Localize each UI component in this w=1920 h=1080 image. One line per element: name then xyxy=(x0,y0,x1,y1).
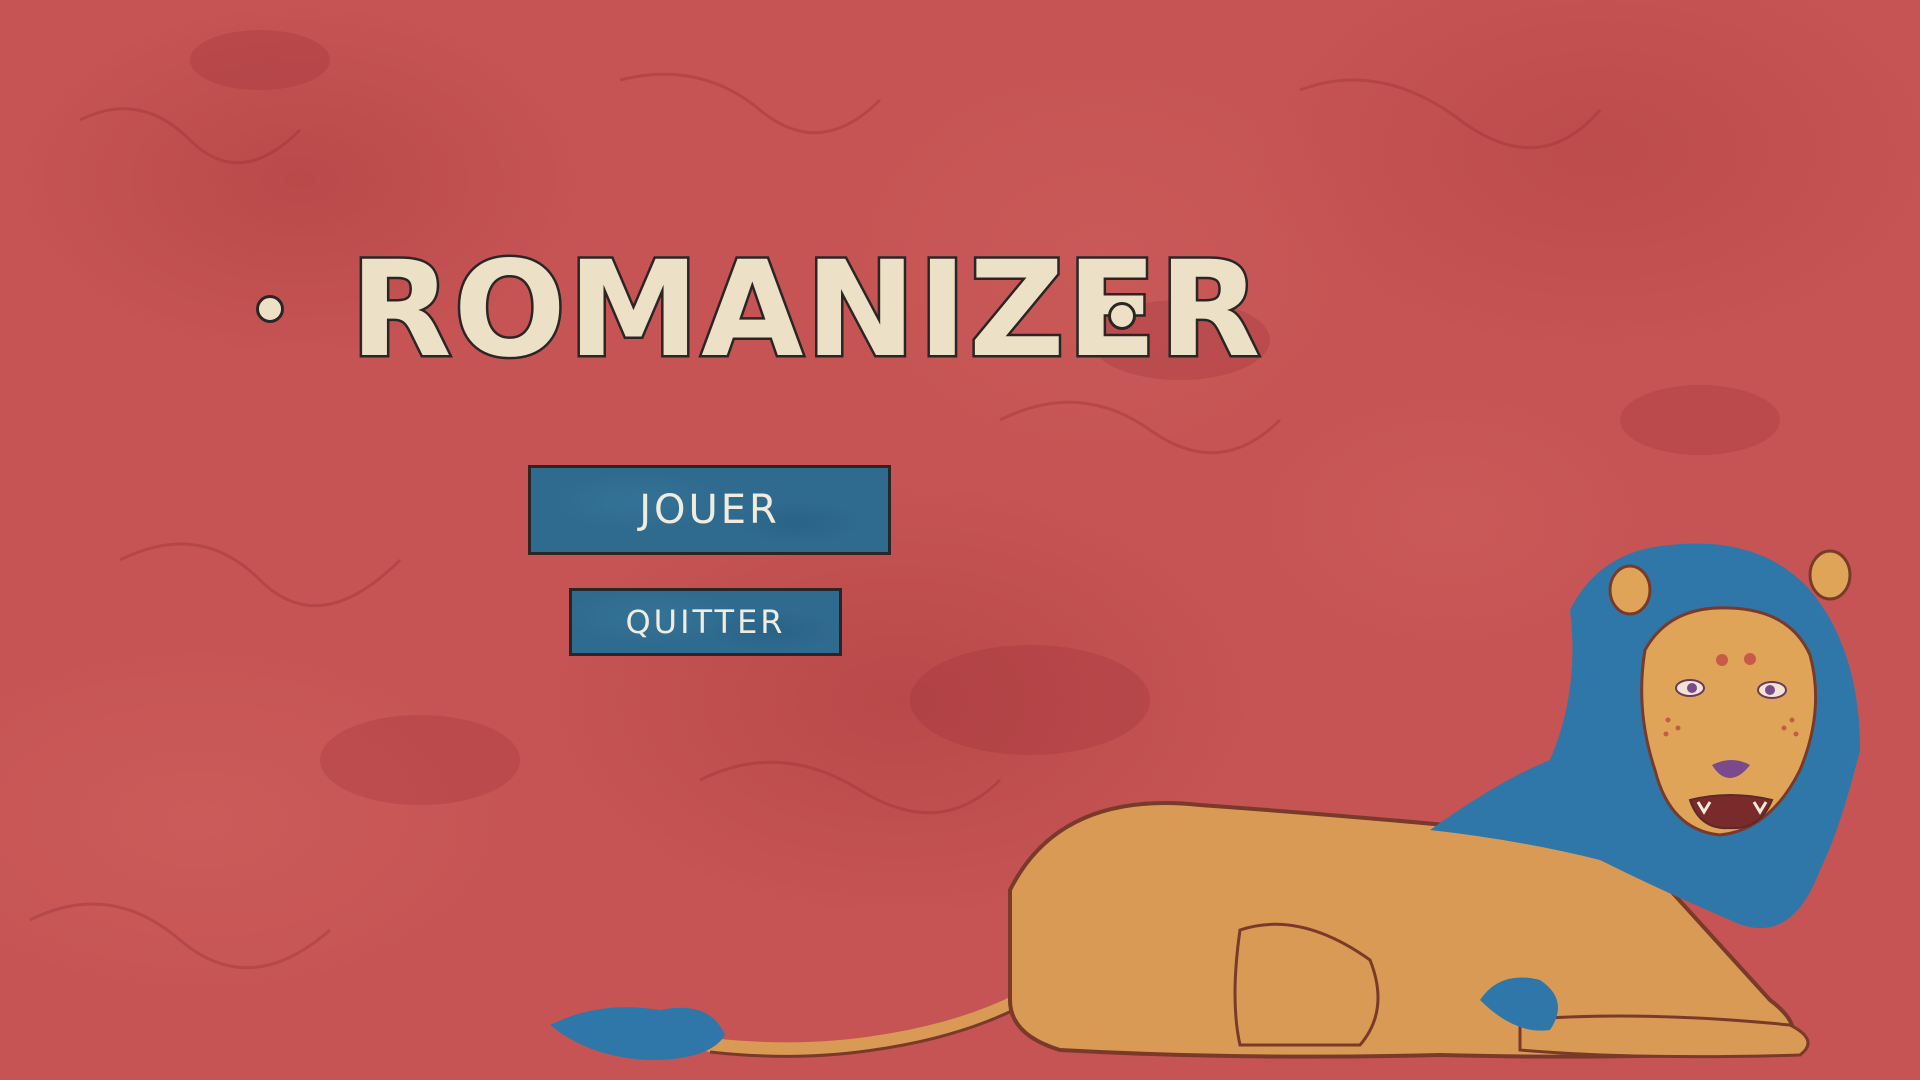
lion-ear-right xyxy=(1808,549,1852,601)
lion-tail-tuft xyxy=(550,1007,725,1060)
lion-ear-left xyxy=(1608,564,1652,616)
play-button-label: JOUER xyxy=(639,487,780,533)
lion-front-paw xyxy=(1518,1014,1810,1059)
lion-forehead-dot-left xyxy=(1716,654,1728,666)
title-right-dot xyxy=(1108,302,1136,330)
lion-illustration xyxy=(550,543,1860,1060)
lion-forehead-dot-right xyxy=(1744,653,1756,665)
title-left-dot xyxy=(256,295,284,323)
game-title: ROMANIZER xyxy=(250,238,1263,383)
lion-pupil-right xyxy=(1765,685,1775,695)
lion-pupil-left xyxy=(1687,683,1697,693)
lion-tail xyxy=(703,993,1027,1057)
